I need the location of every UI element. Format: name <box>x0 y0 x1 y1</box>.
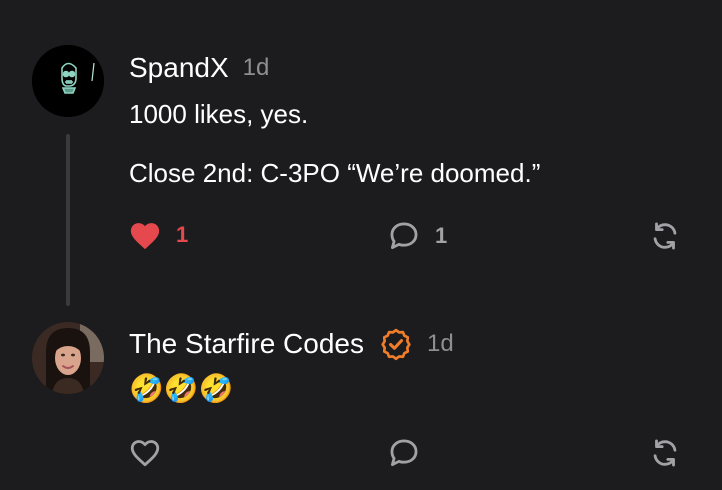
repost-icon <box>653 222 677 250</box>
post-time[interactable]: 1d <box>427 330 454 358</box>
avatar-starfire-codes[interactable] <box>32 322 104 394</box>
reply-button[interactable] <box>387 436 421 470</box>
verified-badge-icon[interactable] <box>379 327 413 361</box>
reply-button[interactable]: 1 <box>387 219 447 253</box>
post-text-line: 1000 likes, yes. <box>129 99 309 129</box>
repost-icon <box>653 439 677 467</box>
check-badge-icon <box>381 328 411 361</box>
post-header: The Starfire Codes 1d <box>129 326 454 362</box>
heart-outline-icon <box>130 440 160 467</box>
thread-connector-line <box>66 134 70 306</box>
woman-portrait <box>32 322 104 394</box>
skull-icon <box>32 45 104 117</box>
speech-bubble-icon <box>390 222 418 250</box>
author-name[interactable]: The Starfire Codes <box>129 328 364 360</box>
author-name[interactable]: SpandX <box>129 52 229 84</box>
like-button[interactable]: 1 <box>128 219 188 251</box>
thread: SpandX 1d 1000 likes, yes. Close 2nd: C-… <box>0 0 722 490</box>
heart-filled-icon <box>130 223 160 250</box>
avatar-spandx[interactable] <box>32 45 104 117</box>
repost-button[interactable] <box>648 436 682 470</box>
like-button[interactable] <box>128 436 162 468</box>
post-header: SpandX 1d <box>129 50 269 86</box>
like-count: 1 <box>176 222 189 247</box>
post-text: 🤣🤣🤣 <box>129 373 234 404</box>
speech-bubble-icon <box>390 439 418 467</box>
post-time[interactable]: 1d <box>243 54 270 82</box>
post-text-line: Close 2nd: C-3PO “We’re doomed.” <box>129 158 541 188</box>
reply-count: 1 <box>435 223 448 248</box>
repost-button[interactable] <box>648 219 682 253</box>
